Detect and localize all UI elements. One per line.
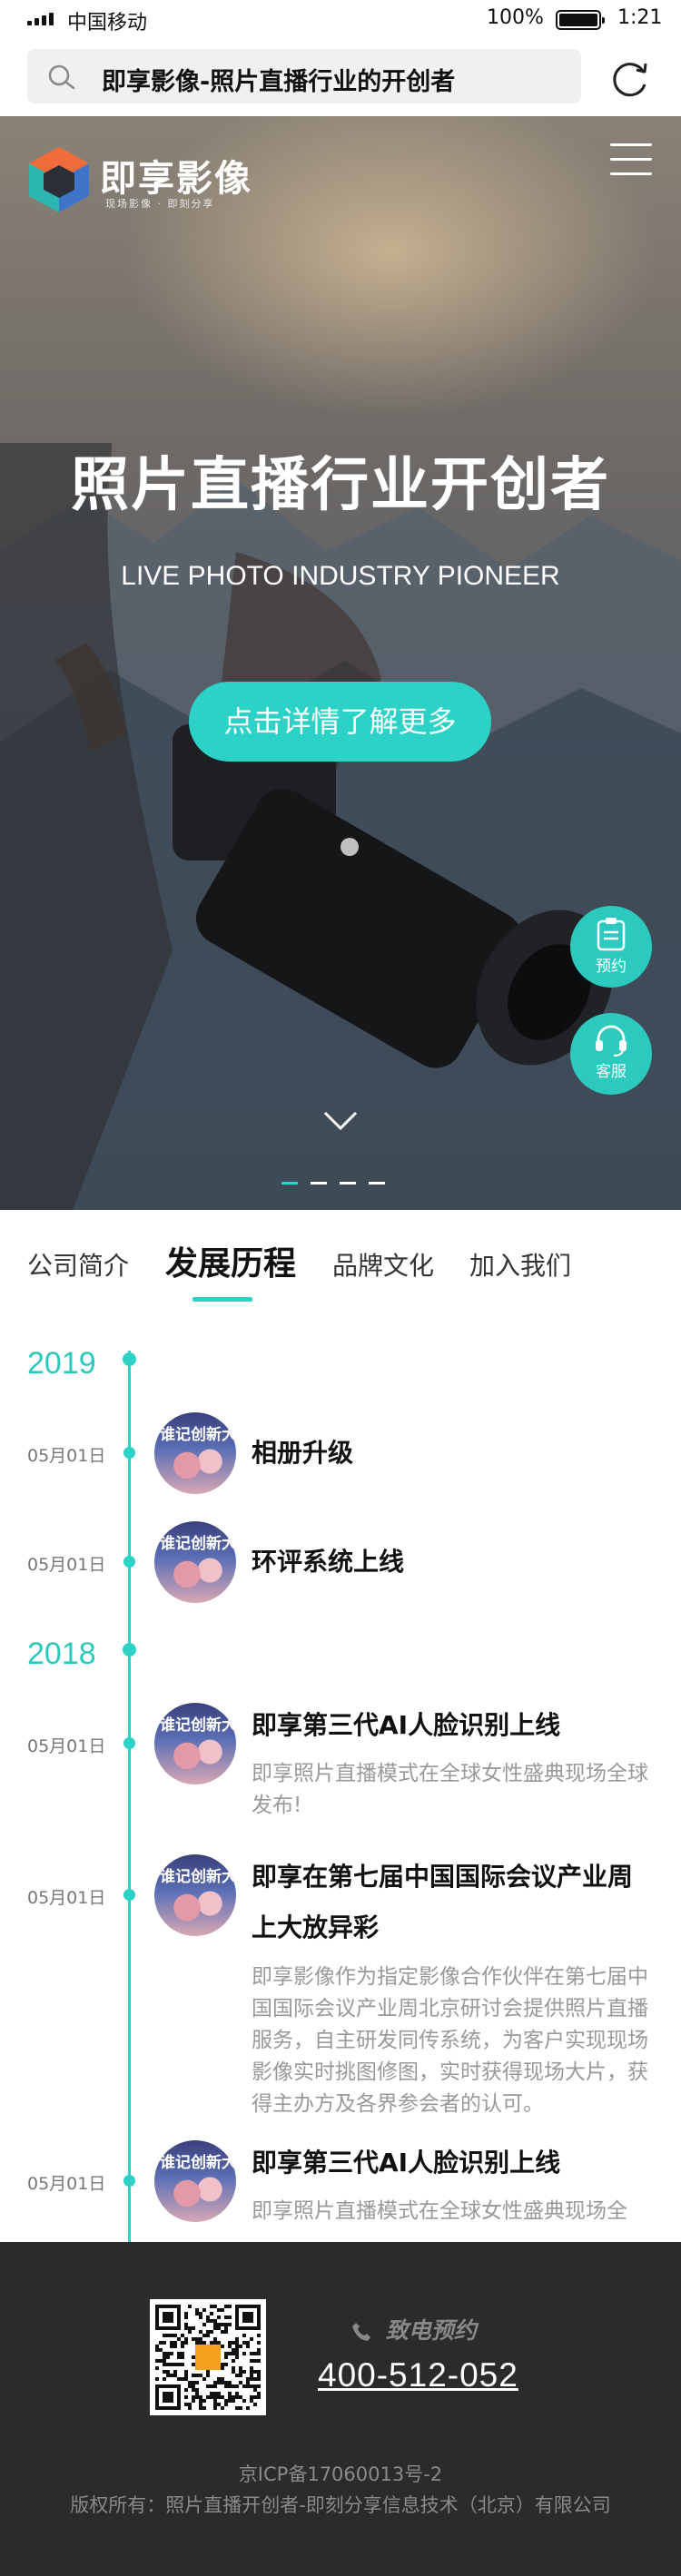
phone-icon: [352, 2323, 370, 2341]
carousel-indicators: [281, 1182, 385, 1185]
item-date: 05月01日: [27, 1555, 106, 1575]
section-tabs: 公司简介 发展历程 品牌文化 加入我们: [0, 1210, 681, 1310]
event-photo: 谁记创新大: [154, 2140, 236, 2222]
item-title: 环评系统上线: [252, 1547, 405, 1577]
hero-subheadline: LIVE PHOTO INDUSTRY PIONEER: [121, 561, 560, 591]
item-date: 05月01日: [27, 2174, 106, 2194]
clipboard-icon: [597, 918, 626, 951]
phone-number-link[interactable]: 400-512-052: [318, 2356, 518, 2394]
logo-cube-icon: [29, 147, 89, 212]
copyright-text: 版权所有：照片直播开创者-即刻分享信息技术（北京）有限公司: [70, 2494, 611, 2516]
item-title: 相册升级: [252, 1438, 354, 1468]
active-tab-indicator: [192, 1297, 252, 1302]
battery-icon: [556, 10, 605, 30]
event-photo: 谁记创新大: [154, 1412, 236, 1494]
carousel-dot[interactable]: [281, 1182, 298, 1185]
signal-icon: [27, 13, 54, 25]
item-title: 即享在第七届中国国际会议产业周上大放异彩: [252, 1862, 634, 1942]
year-label: 2019: [27, 1346, 96, 1381]
status-time: 1:21: [617, 6, 663, 29]
tab-history[interactable]: 发展历程: [165, 1237, 296, 1284]
page-title: 即享影像-照片直播行业的开创者: [102, 68, 456, 96]
hero-banner: 即享影像 现场影像 · 即刻分享 照片直播行业开创者 LIVE PHOTO IN…: [0, 116, 681, 1210]
status-bar: 中国移动 100% 1:21: [0, 0, 681, 38]
url-field[interactable]: 即享影像-照片直播行业的开创者: [27, 49, 581, 103]
carousel-dot[interactable]: [340, 1182, 356, 1185]
brand-slogan: 现场影像 · 即刻分享: [105, 198, 215, 210]
timeline-year-dot: [123, 1352, 136, 1366]
item-description: 即享照片直播模式在全球女性盛典现场全球发布!: [252, 1762, 648, 1817]
event-photo: 谁记创新大: [154, 1521, 236, 1603]
item-date: 05月01日: [27, 1736, 106, 1756]
tab-brand-culture[interactable]: 品牌文化: [332, 1246, 434, 1283]
item-date: 05月01日: [27, 1888, 106, 1908]
call-label: 致电预约: [385, 2317, 477, 2344]
search-icon: [48, 64, 75, 90]
timeline-dot: [123, 1447, 135, 1459]
item-date: 05月01日: [27, 1446, 106, 1466]
item-title: 即享第三代AI人脸识别上线: [252, 2148, 561, 2178]
timeline-line: [128, 1351, 131, 2242]
carousel-dot[interactable]: [369, 1182, 385, 1185]
item-description: 即享影像作为指定影像合作伙伴在第七届中国国际会议产业周北京研讨会提供照片直播服务…: [252, 1965, 648, 2116]
timeline-dot: [123, 2175, 135, 2187]
item-description: 即享照片直播模式在全球女性盛典现场全: [252, 2199, 627, 2223]
carousel-dot[interactable]: [311, 1182, 327, 1185]
customer-service-label: 客服: [596, 1063, 627, 1081]
footer: 致电预约 400-512-052 京ICP备17060013号-2 版权所有：照…: [0, 2242, 681, 2576]
brand-name: 即享影像: [100, 158, 252, 200]
hero-headline: 照片直播行业开创者: [71, 452, 610, 519]
customer-service-button[interactable]: 客服: [570, 1013, 652, 1095]
learn-more-button[interactable]: 点击详情了解更多: [189, 682, 491, 762]
timeline-dot: [123, 1737, 135, 1749]
year-label: 2018: [27, 1637, 96, 1671]
tab-join-us[interactable]: 加入我们: [469, 1246, 571, 1283]
event-photo: 谁记创新大: [154, 1703, 236, 1785]
tab-company-profile[interactable]: 公司简介: [27, 1246, 129, 1283]
item-title: 即享第三代AI人脸识别上线: [252, 1710, 561, 1740]
brand-logo[interactable]: 即享影像 现场影像 · 即刻分享: [25, 143, 280, 216]
call-to-book: 致电预约: [350, 2313, 477, 2345]
headset-icon: [596, 1025, 627, 1057]
booking-label: 预约: [596, 958, 627, 976]
chevron-down-icon[interactable]: [322, 1110, 359, 1132]
history-timeline: 2019 05月01日 谁记创新大 相册升级 05月01日 谁记创新大 环评系统…: [0, 1310, 681, 2242]
timeline-year-dot: [123, 1643, 136, 1657]
event-photo: 谁记创新大: [154, 1854, 236, 1936]
carrier-name: 中国移动: [67, 12, 148, 34]
timeline-dot: [123, 1889, 135, 1901]
hamburger-menu-icon[interactable]: [610, 143, 652, 180]
timeline-dot: [123, 1556, 135, 1568]
hero-background-image: [0, 443, 681, 1210]
icp-license[interactable]: 京ICP备17060013号-2: [0, 2460, 681, 2487]
reload-icon[interactable]: [608, 56, 654, 102]
booking-button[interactable]: 预约: [570, 906, 652, 988]
battery-percent: 100%: [487, 6, 544, 29]
qr-code: [150, 2299, 266, 2415]
browser-address-bar: 即享影像-照片直播行业的开创者: [0, 38, 681, 116]
